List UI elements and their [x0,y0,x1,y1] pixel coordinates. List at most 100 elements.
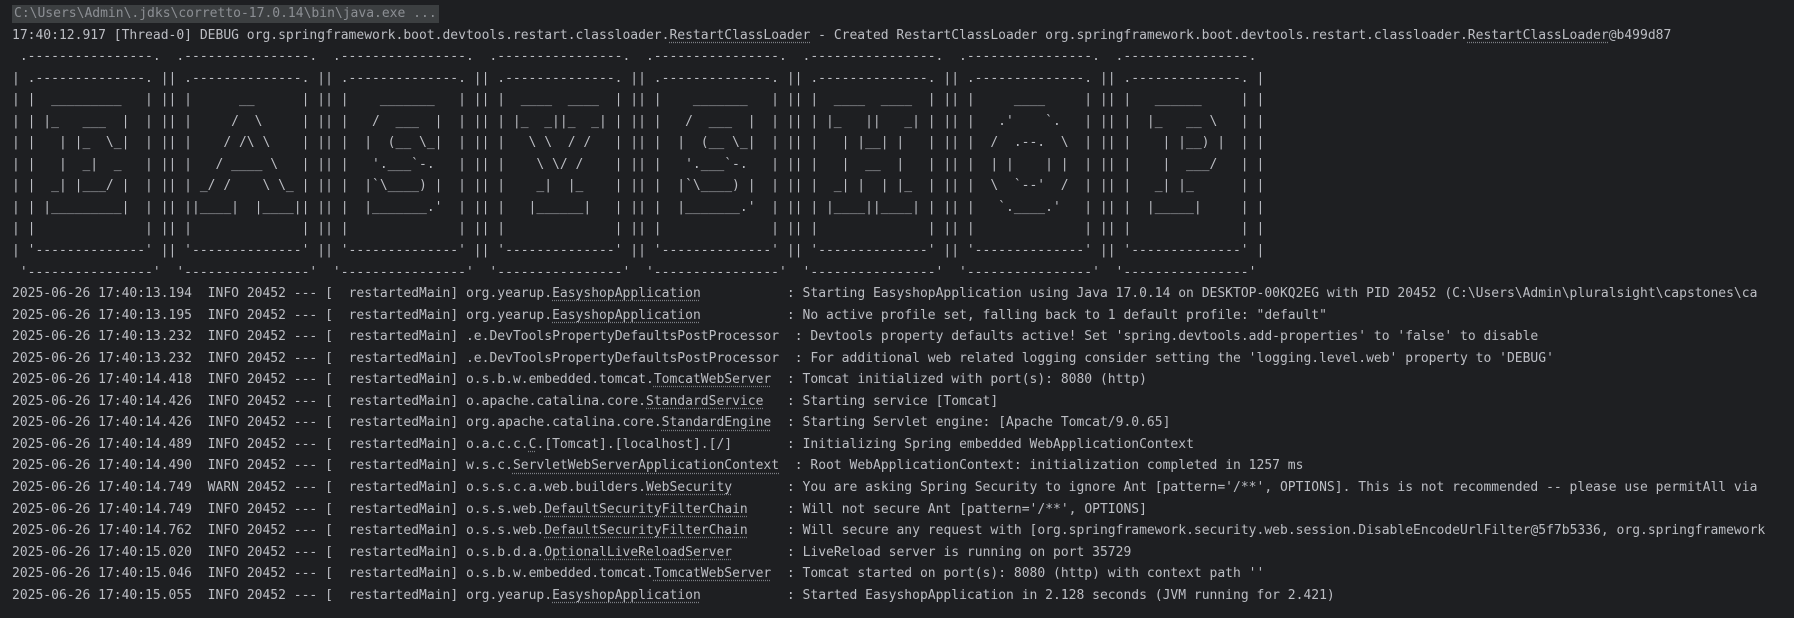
log-line: 2025-06-26 17:40:14.490 INFO 20452 --- [… [12,458,1304,474]
banner-line: .----------------. .----------------. .-… [12,49,1257,65]
log-line: 2025-06-26 17:40:13.194 INFO 20452 --- [… [12,286,1758,302]
log-thread: restartedMain [348,393,451,409]
log-logger-prefix: o.s.s.web. [465,523,545,539]
log-logger-class-link[interactable]: StandardService [646,394,763,409]
log-line: 2025-06-26 17:40:15.055 INFO 20452 --- [… [12,587,1335,603]
log-timestamp: 2025-06-26 17:40:14.749 [12,480,193,496]
class-link[interactable]: RestartClassLoader [1468,28,1609,43]
log-thread: restartedMain [348,480,451,496]
log-logger-prefix: w.s.c. [465,458,513,474]
log-timestamp: 2025-06-26 17:40:14.489 [12,436,193,452]
banner-line: | | | |_ \_| | || | / /\ \ | || | | (__ … [12,135,1265,151]
log-pid: 20452 [246,372,286,388]
log-pid: 20452 [246,286,286,302]
class-link[interactable]: RestartClassLoader [669,28,810,43]
log-logger-class-link[interactable]: EasyshopApplication [552,588,701,603]
log-pid: 20452 [246,458,286,474]
log-logger-prefix: .e.DevToolsPropertyDefaultsPostProcessor [465,329,780,345]
log-thread: restartedMain [348,458,451,474]
log-message: Tomcat started on port(s): 8080 (http) w… [802,566,1265,582]
log-pid: 20452 [246,523,286,539]
command-text[interactable]: C:\Users\Admin\.jdks\corretto-17.0.14\bi… [12,5,439,23]
log-logger-class-link[interactable]: DefaultSecurityFilterChain [544,523,748,538]
log-level: INFO [207,566,239,582]
log-message: Will not secure Ant [pattern='/**', OPTI… [802,501,1147,517]
log-logger-class-link[interactable]: TomcatWebServer [654,566,771,581]
log-thread: restartedMain [348,587,451,603]
log-thread: restartedMain [348,523,451,539]
log-logger-class-link[interactable]: DefaultSecurityFilterChain [544,502,748,517]
log-level: INFO [207,350,239,366]
log-logger-class-link[interactable]: OptionalLiveReloadServer [544,545,732,560]
log-logger-prefix: org.yearup. [465,587,553,603]
log-pid: 20452 [246,415,286,431]
log-message: Starting service [Tomcat] [802,393,999,409]
log-level: INFO [207,501,239,517]
ascii-banner: .----------------. .----------------. .-… [12,46,1794,283]
log-line: 2025-06-26 17:40:13.232 INFO 20452 --- [… [12,329,1539,345]
log-message: Starting EasyshopApplication using Java … [802,286,1758,302]
log-timestamp: 2025-06-26 17:40:13.194 [12,286,193,302]
debug-middle: - Created RestartClassLoader org.springf… [810,27,1468,43]
log-line: 2025-06-26 17:40:15.020 INFO 20452 --- [… [12,544,1132,560]
log-logger-class-link[interactable]: ServletWebServerApplicationContext [513,458,779,473]
log-logger-class-link[interactable]: WebSecurity [646,480,732,495]
log-logger-prefix: .e.DevToolsPropertyDefaultsPostProcessor [465,350,780,366]
log-timestamp: 2025-06-26 17:40:15.020 [12,544,193,560]
log-lines: 2025-06-26 17:40:13.194 INFO 20452 --- [… [12,283,1794,606]
log-level: INFO [207,458,239,474]
debug-log-line: 17:40:12.917 [Thread-0] DEBUG org.spring… [12,25,1794,47]
log-thread: restartedMain [348,350,451,366]
log-level: INFO [207,286,239,302]
log-timestamp: 2025-06-26 17:40:13.232 [12,329,193,345]
log-thread: restartedMain [348,372,451,388]
log-timestamp: 2025-06-26 17:40:13.232 [12,350,193,366]
banner-line: | | | _| _ | || | / ____ \ | || | '.___`… [12,156,1265,172]
log-pid: 20452 [246,436,286,452]
log-logger-prefix: o.s.s.c.a.web.builders. [465,480,646,496]
log-timestamp: 2025-06-26 17:40:14.426 [12,415,193,431]
banner-line: | | | || | | || | | || | | || | | || | |… [12,221,1265,237]
log-pid: 20452 [246,480,286,496]
log-thread: restartedMain [348,501,451,517]
log-timestamp: 2025-06-26 17:40:14.418 [12,372,193,388]
log-logger-prefix: o.a.c.c. [465,436,529,452]
log-thread: restartedMain [348,415,451,431]
log-logger-prefix: o.s.s.web. [465,501,545,517]
debug-suffix: @b499d87 [1608,27,1672,43]
log-logger-class-link[interactable]: EasyshopApplication [552,308,701,323]
log-line: 2025-06-26 17:40:14.489 INFO 20452 --- [… [12,436,1194,452]
log-level: INFO [207,587,239,603]
console-output[interactable]: C:\Users\Admin\.jdks\corretto-17.0.14\bi… [0,0,1794,618]
log-timestamp: 2025-06-26 17:40:14.490 [12,458,193,474]
log-pid: 20452 [246,587,286,603]
log-message: LiveReload server is running on port 357… [802,544,1132,560]
log-logger-prefix: org.yearup. [465,307,553,323]
log-timestamp: 2025-06-26 17:40:15.055 [12,587,193,603]
log-line: 2025-06-26 17:40:14.426 INFO 20452 --- [… [12,393,999,409]
log-logger-class-link[interactable]: StandardEngine [662,415,772,430]
log-thread: restartedMain [348,329,451,345]
log-logger-class-link[interactable]: EasyshopApplication [552,286,701,301]
log-pid: 20452 [246,393,286,409]
log-level: INFO [207,544,239,560]
log-level: INFO [207,329,239,345]
banner-line: | | _| |___/ | | || | _/ / \ \_ | || | |… [12,178,1265,194]
log-line: 2025-06-26 17:40:14.749 INFO 20452 --- [… [12,501,1147,517]
command-line: C:\Users\Admin\.jdks\corretto-17.0.14\bi… [12,3,1794,25]
banner-line: | | |_________| | || ||____| |____|| || … [12,199,1265,215]
log-logger-class-link[interactable]: TomcatWebServer [654,372,771,387]
log-level: INFO [207,372,239,388]
log-thread: restartedMain [348,566,451,582]
banner-line: | '--------------' || '--------------' |… [12,243,1265,259]
log-thread: restartedMain [348,307,451,323]
log-level: INFO [207,415,239,431]
log-thread: restartedMain [348,544,451,560]
log-level: INFO [207,393,239,409]
log-message: Will secure any request with [org.spring… [802,523,1766,539]
log-message: You are asking Spring Security to ignore… [802,480,1758,496]
log-message: Devtools property defaults active! Set '… [810,329,1539,345]
log-logger-prefix: org.yearup. [465,286,553,302]
log-line: 2025-06-26 17:40:14.762 INFO 20452 --- [… [12,523,1766,539]
log-message: Tomcat initialized with port(s): 8080 (h… [802,372,1147,388]
